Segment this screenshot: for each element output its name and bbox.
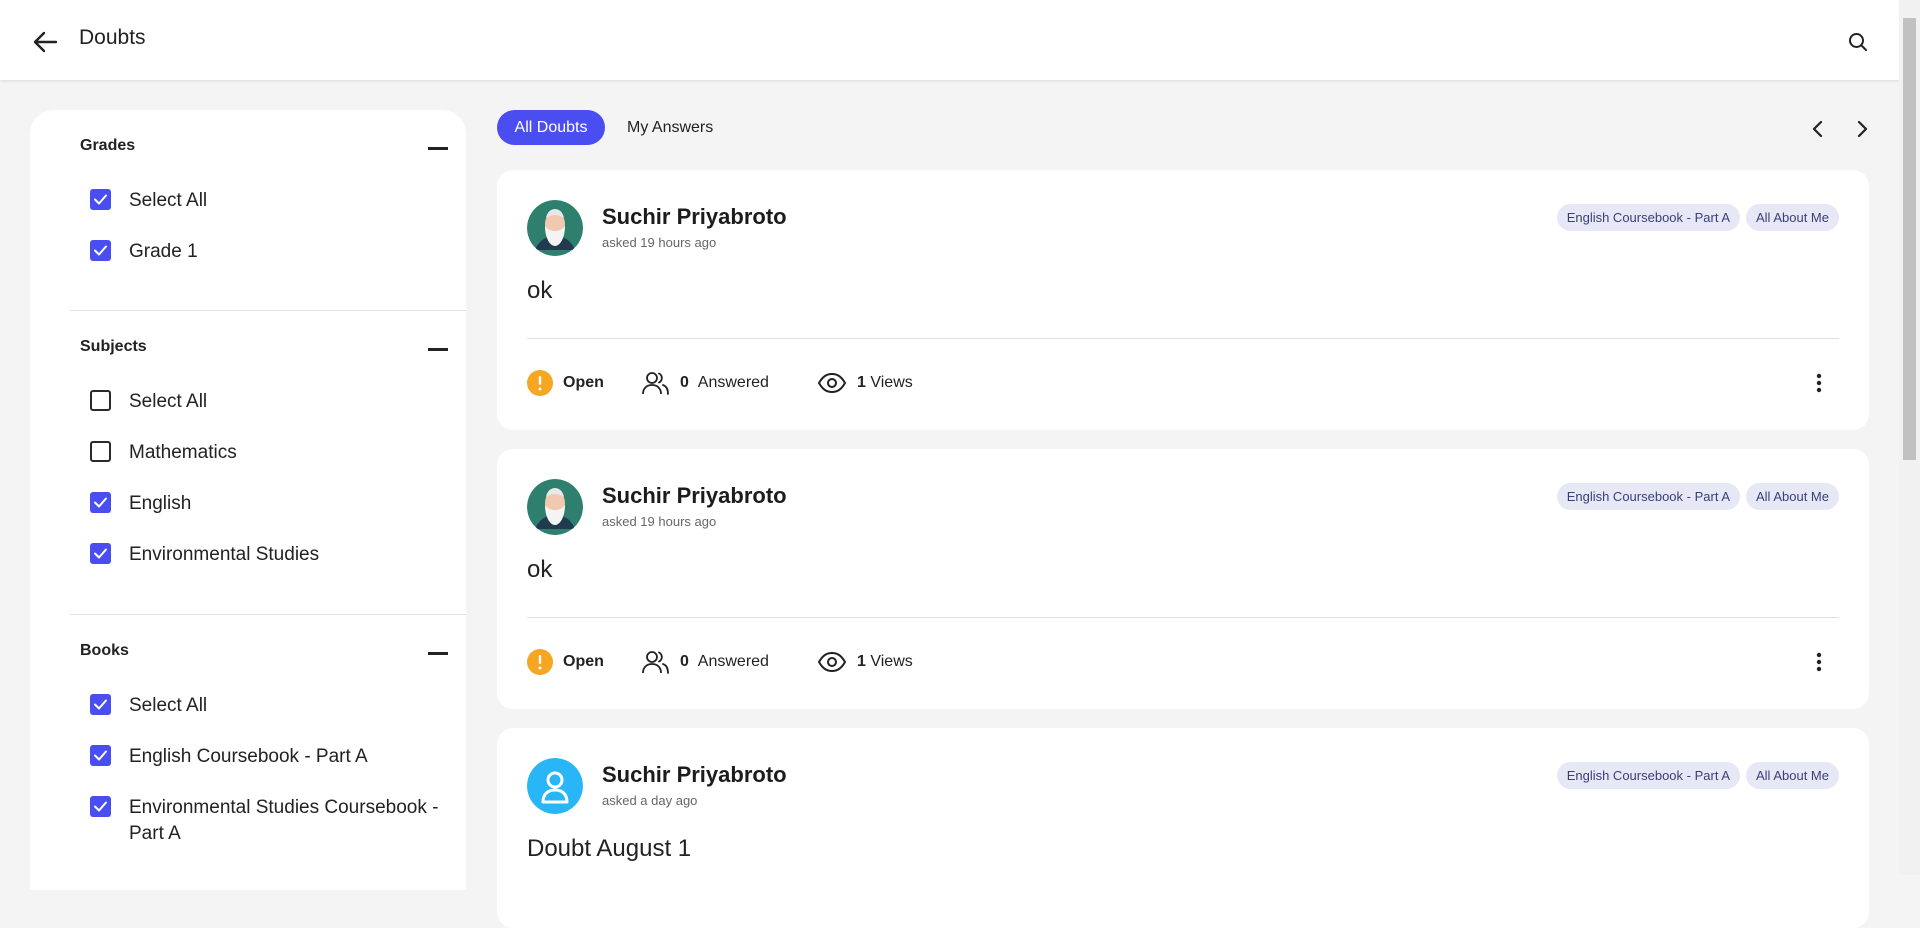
filter-option[interactable]: English	[90, 491, 470, 517]
tab-my-answers[interactable]: My Answers	[627, 110, 713, 145]
page-title: Doubts	[79, 26, 146, 49]
filter-option-label: English	[129, 493, 192, 514]
filter-option[interactable]: Select All	[90, 188, 470, 214]
author-name: Suchir Priyabroto	[602, 204, 787, 229]
topic-tag[interactable]: English Coursebook - Part A	[1556, 483, 1740, 510]
filter-option-label: Select All	[129, 190, 208, 211]
eye-icon	[817, 372, 847, 394]
filter-option[interactable]: Select All	[90, 693, 470, 719]
checkbox-checked-icon[interactable]	[90, 492, 111, 513]
filter-option-label: English Coursebook - Part A	[129, 746, 368, 767]
topic-tag[interactable]: All About Me	[1746, 483, 1839, 510]
answered-label: Answered	[697, 374, 769, 391]
divider	[70, 614, 466, 615]
avatar	[527, 758, 583, 814]
doubt-text: ok	[527, 277, 553, 304]
answered-count: 0	[680, 374, 689, 391]
topic-tag[interactable]: All About Me	[1746, 204, 1839, 231]
answered-label: Answered	[697, 653, 769, 670]
grades-collapse-minus-icon[interactable]	[428, 147, 448, 150]
author-name: Suchir Priyabroto	[602, 483, 787, 508]
subjects-filter-title: Subjects	[80, 338, 147, 355]
users-icon	[642, 370, 670, 396]
filter-option-label: Select All	[129, 391, 208, 412]
checkbox-checked-icon[interactable]	[90, 240, 111, 261]
more-vertical-icon[interactable]	[1807, 371, 1831, 395]
views-count: 1	[857, 374, 866, 391]
doubt-card[interactable]: Suchir Priyabroto asked a day ago English …	[497, 728, 1869, 928]
author-name: Suchir Priyabroto	[602, 762, 787, 787]
asked-time: asked 19 hours ago	[602, 235, 717, 250]
subjects-collapse-minus-icon[interactable]	[428, 348, 448, 351]
views-label: Views	[870, 653, 913, 670]
page-scrollbar[interactable]	[1899, 0, 1920, 875]
filter-option[interactable]: Environmental Studies Coursebook - Part …	[90, 795, 470, 847]
filter-option[interactable]: Grade 1	[90, 239, 470, 265]
filter-sidebar: Grades Select All Grade 1 Subjects Select…	[30, 110, 466, 890]
tag-list: English Coursebook - Part A All About Me	[1556, 483, 1839, 510]
status-badge: Open	[563, 653, 604, 670]
filter-option-label: Mathematics	[129, 442, 237, 463]
doubt-text: ok	[527, 556, 553, 583]
search-icon[interactable]	[1846, 30, 1870, 54]
chevron-right-icon[interactable]	[1850, 117, 1874, 141]
doubt-stats: Open 0 Answered 1 Views	[527, 647, 913, 677]
status-badge: Open	[563, 374, 604, 391]
doubt-card[interactable]: Suchir Priyabroto asked 19 hours ago Engli…	[497, 449, 1869, 709]
users-icon	[642, 649, 670, 675]
doubt-card[interactable]: Suchir Priyabroto asked 19 hours ago Engli…	[497, 170, 1869, 430]
books-filter-title: Books	[80, 642, 129, 659]
filter-option[interactable]: Select All	[90, 389, 470, 415]
checkbox-checked-icon[interactable]	[90, 694, 111, 715]
top-bar: Doubts	[0, 0, 1899, 80]
divider	[527, 338, 1839, 339]
chevron-left-icon[interactable]	[1806, 117, 1830, 141]
filter-option-label: Environmental Studies	[129, 544, 320, 565]
filter-option-label: Environmental Studies Coursebook - Part …	[129, 797, 439, 844]
doubt-stats: Open 0 Answered 1 Views	[527, 368, 913, 398]
filter-option[interactable]: English Coursebook - Part A	[90, 744, 470, 770]
topic-tag[interactable]: English Coursebook - Part A	[1556, 762, 1740, 789]
warning-icon	[527, 370, 553, 396]
filter-option[interactable]: Environmental Studies	[90, 542, 470, 568]
warning-icon	[527, 649, 553, 675]
back-arrow-icon[interactable]	[30, 28, 60, 56]
checkbox-checked-icon[interactable]	[90, 745, 111, 766]
divider	[70, 310, 466, 311]
scroll-thumb[interactable]	[1903, 18, 1916, 460]
checkbox-checked-icon[interactable]	[90, 189, 111, 210]
topic-tag[interactable]: English Coursebook - Part A	[1556, 204, 1740, 231]
views-count: 1	[857, 653, 866, 670]
filter-option-label: Grade 1	[129, 241, 198, 262]
tab-all-doubts[interactable]: All Doubts	[497, 110, 605, 145]
filter-option-label: Select All	[129, 695, 208, 716]
checkbox-unchecked-icon[interactable]	[90, 441, 111, 462]
answered-count: 0	[680, 653, 689, 670]
checkbox-unchecked-icon[interactable]	[90, 390, 111, 411]
grades-filter-title: Grades	[80, 137, 136, 154]
books-collapse-minus-icon[interactable]	[428, 652, 448, 655]
avatar	[527, 200, 583, 256]
filter-option[interactable]: Mathematics	[90, 440, 470, 466]
tag-list: English Coursebook - Part A All About Me	[1556, 204, 1839, 231]
views-label: Views	[870, 374, 913, 391]
asked-time: asked 19 hours ago	[602, 514, 717, 529]
asked-time: asked a day ago	[602, 793, 698, 808]
checkbox-checked-icon[interactable]	[90, 796, 111, 817]
avatar	[527, 479, 583, 535]
eye-icon	[817, 651, 847, 673]
divider	[527, 617, 1839, 618]
more-vertical-icon[interactable]	[1807, 650, 1831, 674]
doubt-text: Doubt August 1	[527, 835, 692, 862]
topic-tag[interactable]: All About Me	[1746, 762, 1839, 789]
tag-list: English Coursebook - Part A All About Me	[1556, 762, 1839, 789]
checkbox-checked-icon[interactable]	[90, 543, 111, 564]
